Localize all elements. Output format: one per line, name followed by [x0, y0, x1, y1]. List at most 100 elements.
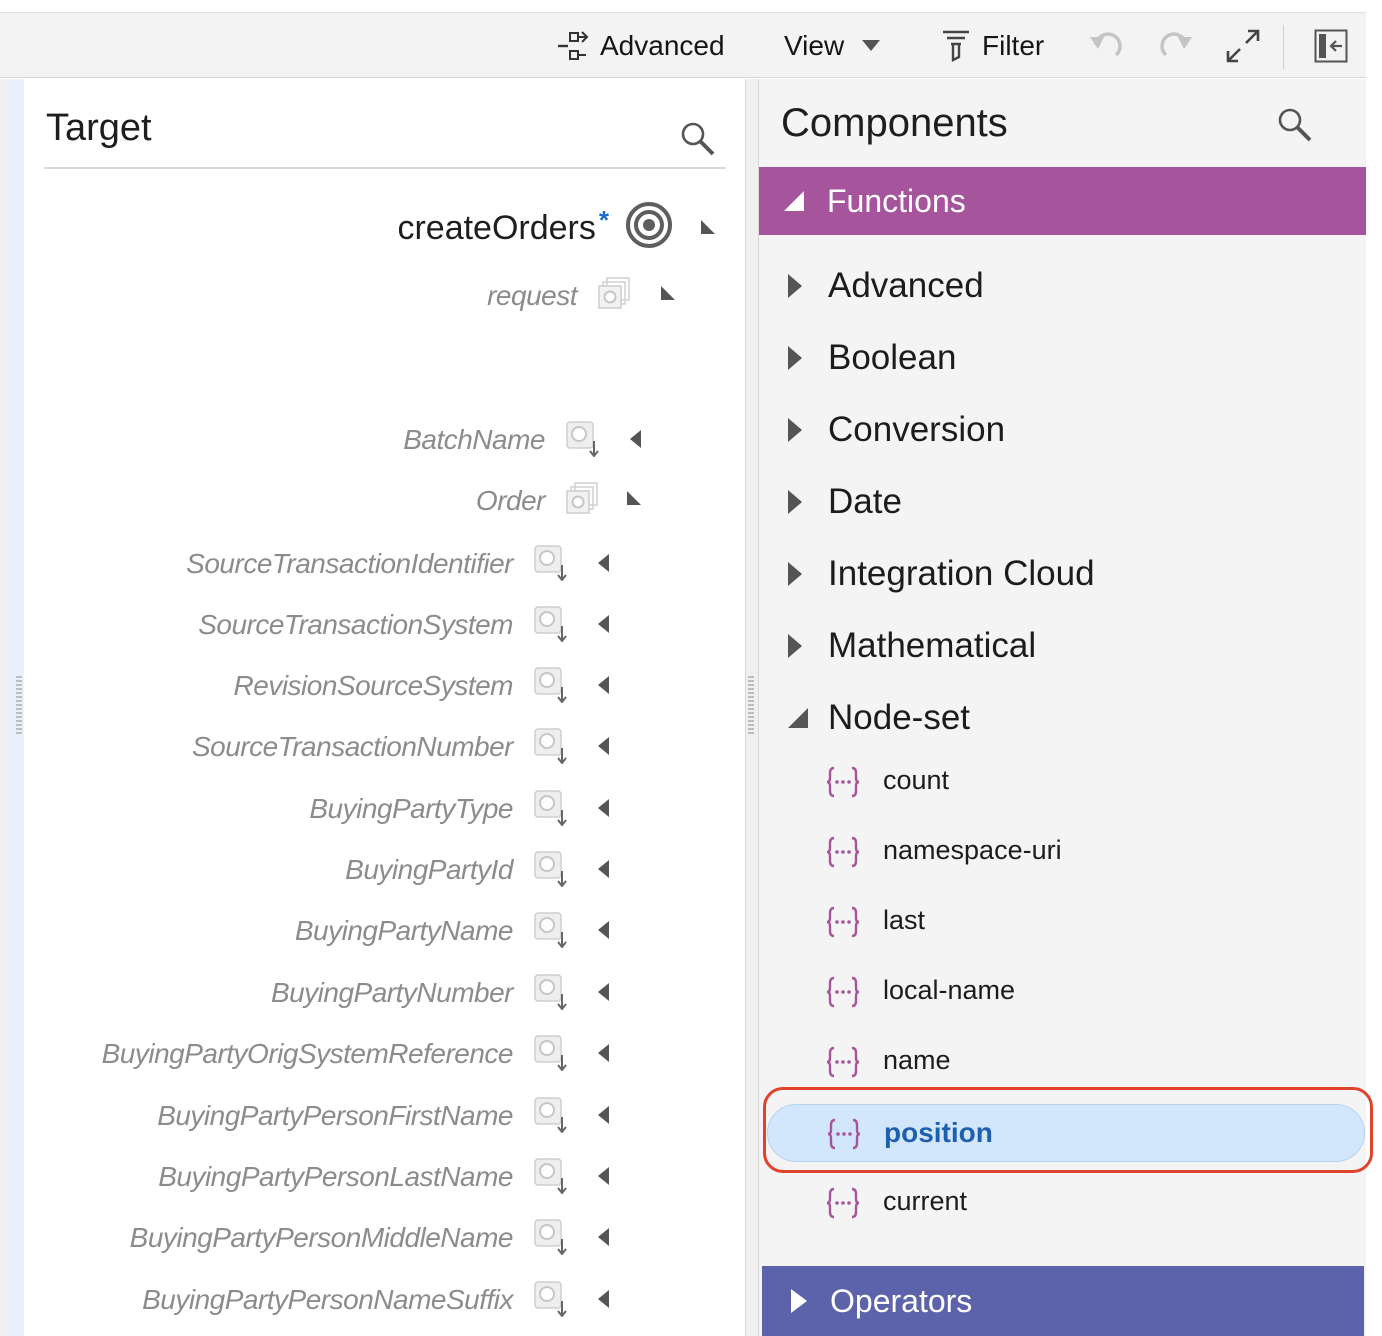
- target-node-sourcetransactionidentifier[interactable]: SourceTransactionIdentifier: [186, 539, 513, 589]
- target-node-buyingpartyname[interactable]: BuyingPartyName: [295, 906, 514, 956]
- left-resize-grip[interactable]: [16, 676, 22, 736]
- collapsed-left-triangle-icon[interactable]: [596, 614, 612, 634]
- function-label: current: [883, 1186, 968, 1216]
- field-node-icon: [534, 974, 567, 1010]
- functions-label: Functions: [827, 182, 966, 219]
- field-node-icon: [534, 1158, 567, 1194]
- chevron-down-icon: [862, 40, 881, 51]
- filter-icon: [943, 30, 969, 62]
- search-icon[interactable]: [1277, 107, 1313, 143]
- operators-accordion-header[interactable]: Operators: [762, 1266, 1364, 1336]
- view-menu-button[interactable]: View: [784, 13, 881, 79]
- function-icon: [827, 1187, 859, 1219]
- filter-button[interactable]: Filter: [942, 13, 1044, 79]
- field-node-icon: [534, 1097, 567, 1133]
- category-conversion[interactable]: Conversion: [759, 400, 1366, 460]
- target-node-buyingpartytype[interactable]: BuyingPartyType: [309, 784, 513, 834]
- partially-visible-function-item: [827, 1259, 1247, 1273]
- category-mathematical[interactable]: Mathematical: [759, 616, 1366, 676]
- collapsed-left-triangle-icon[interactable]: [596, 1227, 612, 1247]
- function-item-namespace-uri[interactable]: namespace-uri: [759, 823, 1366, 879]
- maximize-icon: [1226, 29, 1260, 63]
- category-label: Node-set: [828, 698, 971, 737]
- function-item-current[interactable]: current: [759, 1174, 1366, 1230]
- field-node-icon: [534, 728, 567, 764]
- collapsed-triangle-icon: [788, 418, 802, 442]
- target-node-buyingpartypersonfirstname[interactable]: BuyingPartyPersonFirstName: [157, 1091, 513, 1141]
- target-node-label: Order: [475, 485, 546, 516]
- field-node-icon: [534, 667, 567, 703]
- collapsed-left-triangle-icon[interactable]: [596, 920, 612, 940]
- collapsed-left-triangle-icon[interactable]: [596, 982, 612, 1002]
- function-label: local-name: [883, 975, 1016, 1005]
- expanded-triangle-icon[interactable]: [626, 490, 642, 510]
- collapsed-left-triangle-icon[interactable]: [596, 553, 612, 573]
- target-divider: [44, 167, 726, 169]
- function-item-local-name[interactable]: local-name: [759, 963, 1366, 1019]
- target-node-request[interactable]: request: [487, 271, 577, 321]
- category-boolean[interactable]: Boolean: [759, 328, 1366, 388]
- expanded-triangle-icon[interactable]: [700, 219, 716, 235]
- target-node-label: BuyingPartyPersonNameSuffix: [142, 1284, 513, 1315]
- collapsed-left-triangle-icon[interactable]: [596, 736, 612, 756]
- collapsed-left-triangle-icon[interactable]: [596, 798, 612, 818]
- target-node-order[interactable]: Order: [475, 476, 546, 526]
- target-node-revisionsourcesystem[interactable]: RevisionSourceSystem: [234, 661, 514, 711]
- splitter-grip[interactable]: [748, 676, 754, 736]
- functions-accordion-header[interactable]: Functions: [759, 167, 1366, 235]
- collapsed-left-triangle-icon[interactable]: [596, 1043, 612, 1063]
- view-label: View: [784, 30, 845, 61]
- target-node-label: BuyingPartyPersonFirstName: [157, 1100, 513, 1131]
- collection-node-icon: [566, 482, 598, 514]
- target-node-label: request: [487, 280, 577, 311]
- collapsed-left-triangle-icon[interactable]: [596, 675, 612, 695]
- target-node-sourcetransactionsystem[interactable]: SourceTransactionSystem: [198, 600, 513, 650]
- category-node-set[interactable]: Node-set: [759, 688, 1366, 748]
- function-item-name[interactable]: name: [759, 1033, 1366, 1089]
- target-root-node[interactable]: createOrders *: [397, 203, 609, 253]
- advanced-button[interactable]: Advanced: [556, 13, 725, 79]
- field-node-icon: [566, 421, 599, 457]
- redo-button[interactable]: [1158, 13, 1192, 79]
- collapsed-left-triangle-icon[interactable]: [596, 1166, 612, 1186]
- collapsed-left-triangle-icon[interactable]: [596, 1105, 612, 1125]
- function-label: count: [883, 765, 950, 795]
- target-node-buyingpartynumber[interactable]: BuyingPartyNumber: [271, 968, 514, 1018]
- function-icon: [827, 976, 859, 1008]
- category-date[interactable]: Date: [759, 472, 1366, 532]
- target-node-label: SourceTransactionSystem: [198, 609, 513, 640]
- category-integration-cloud[interactable]: Integration Cloud: [759, 544, 1366, 604]
- target-node-batchname[interactable]: BatchName: [403, 415, 545, 465]
- target-node-label: BuyingPartyPersonLastName: [158, 1161, 513, 1192]
- target-node-label: SourceTransactionIdentifier: [186, 548, 513, 579]
- collapsed-left-triangle-icon[interactable]: [628, 429, 644, 449]
- target-endpoint-icon: [626, 202, 672, 248]
- target-node-buyingpartyid[interactable]: BuyingPartyId: [345, 845, 513, 895]
- collapse-panel-button[interactable]: [1314, 13, 1348, 79]
- target-node-buyingpartypersonlastname[interactable]: BuyingPartyPersonLastName: [158, 1152, 513, 1202]
- collapsed-left-triangle-icon[interactable]: [596, 859, 612, 879]
- category-label: Mathematical: [828, 626, 1037, 665]
- function-label: name: [883, 1045, 951, 1075]
- target-node-buyingpartypersonmiddlename[interactable]: BuyingPartyPersonMiddleName: [130, 1213, 514, 1263]
- category-advanced[interactable]: Advanced: [759, 256, 1366, 316]
- target-node-buyingpartyorigsystemreference[interactable]: BuyingPartyOrigSystemReference: [102, 1029, 514, 1079]
- target-node-sourcetransactionnumber[interactable]: SourceTransactionNumber: [192, 722, 514, 772]
- advanced-label: Advanced: [600, 30, 725, 61]
- required-marker: *: [598, 204, 609, 235]
- undo-button[interactable]: [1090, 13, 1124, 79]
- undo-icon: [1090, 32, 1122, 57]
- field-node-icon: [534, 912, 567, 948]
- function-item-count[interactable]: count: [759, 753, 1366, 809]
- expanded-triangle-icon: [788, 708, 808, 728]
- target-node-label: BuyingPartyType: [309, 793, 513, 824]
- function-item-last[interactable]: last: [759, 893, 1366, 949]
- target-panel: Target createOrders * request BatchName Orde…: [24, 79, 746, 1336]
- collapsed-triangle-icon: [788, 490, 802, 514]
- collapsed-left-triangle-icon[interactable]: [596, 1289, 612, 1309]
- search-icon[interactable]: [680, 121, 716, 157]
- target-node-buyingpartypersonnamesuffix[interactable]: BuyingPartyPersonNameSuffix: [142, 1275, 513, 1325]
- field-node-icon: [534, 1035, 567, 1071]
- expanded-triangle-icon[interactable]: [660, 285, 676, 305]
- maximize-button[interactable]: [1226, 13, 1260, 79]
